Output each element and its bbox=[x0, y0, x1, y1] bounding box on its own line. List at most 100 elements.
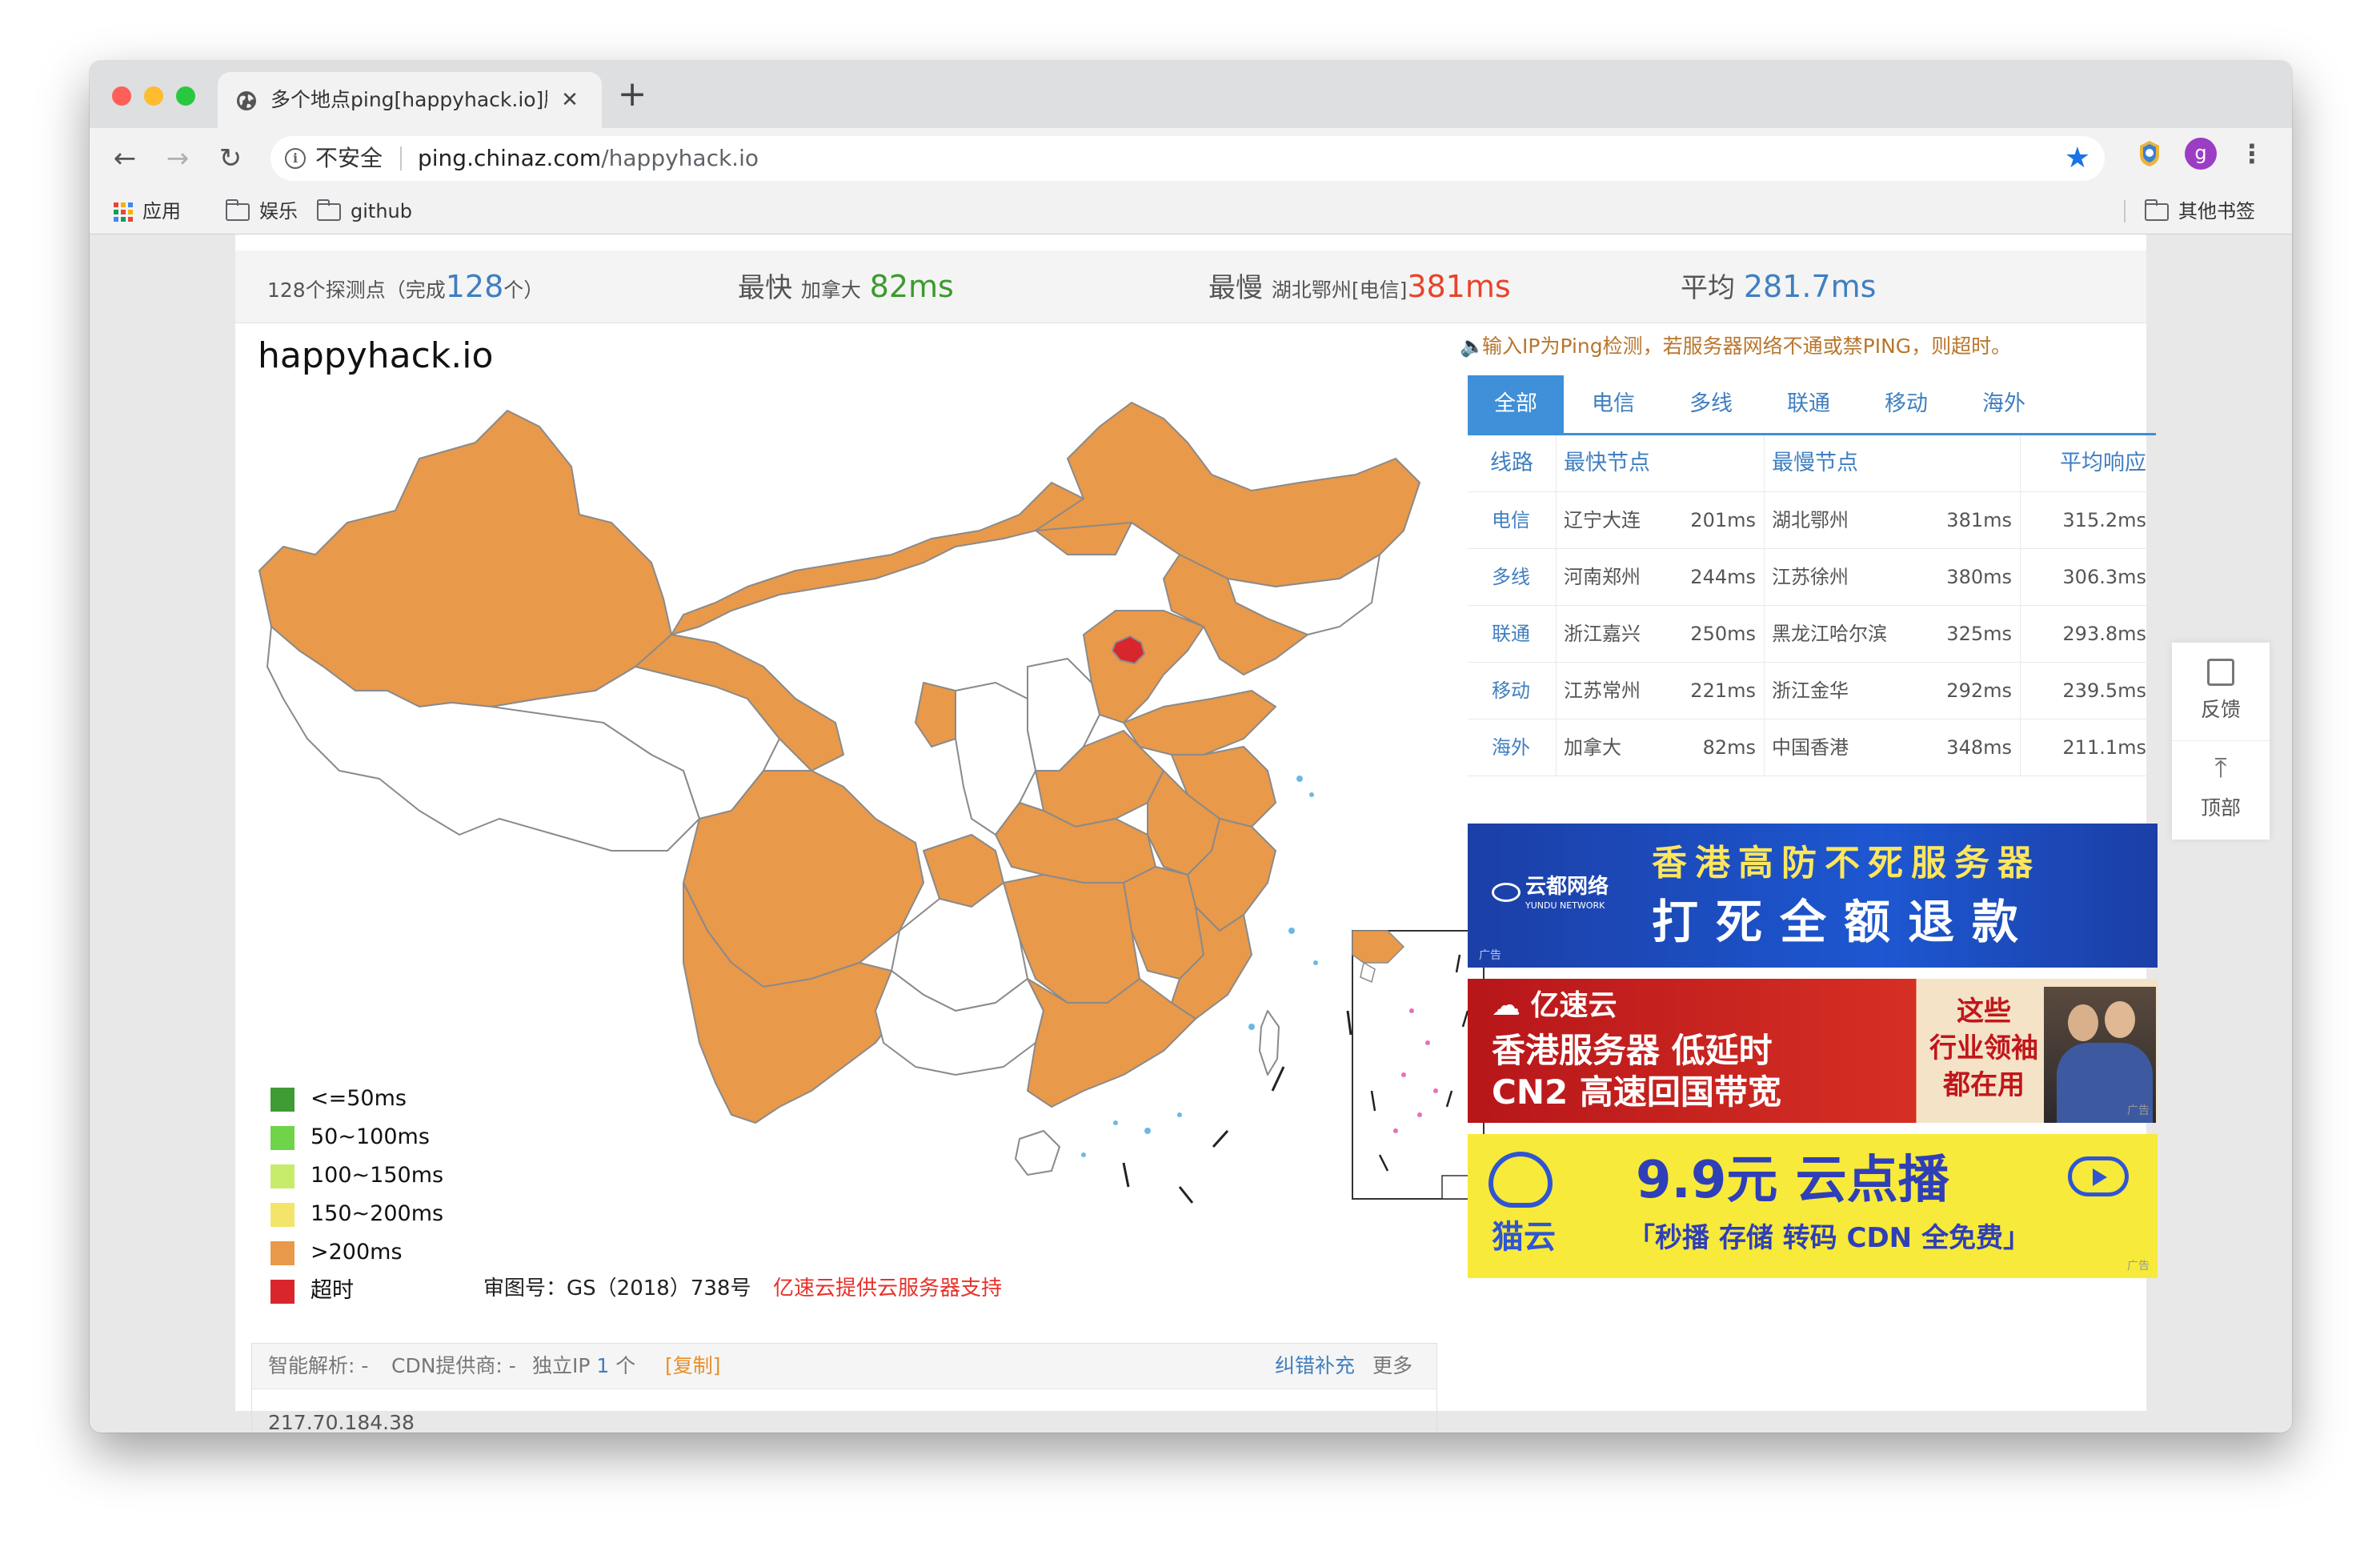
tab-mobile[interactable]: 移动 bbox=[1858, 375, 1954, 433]
bookmark-other[interactable]: 其他书签 bbox=[2145, 197, 2255, 226]
row-line[interactable]: 联通 bbox=[1492, 606, 1530, 662]
maximize-window-button[interactable] bbox=[176, 86, 195, 106]
url-path: /happyhack.io bbox=[601, 145, 759, 171]
new-tab-button[interactable]: + bbox=[615, 77, 650, 112]
back-to-top-button[interactable]: ⤒ 顶部 bbox=[2172, 741, 2270, 839]
column-divider bbox=[1764, 719, 1765, 776]
back-icon[interactable]: ← bbox=[109, 142, 141, 174]
bookmark-other-label: 其他书签 bbox=[2178, 200, 2255, 222]
isp-tabs: 全部 电信 多线 联通 移动 海外 bbox=[1468, 375, 2156, 435]
probe-count-prefix: 128个探测点（完成 bbox=[267, 279, 446, 302]
row-average: 306.3ms bbox=[2062, 566, 2146, 588]
legend-swatch bbox=[270, 1203, 294, 1227]
column-divider bbox=[2020, 606, 2021, 662]
domain-info-box: 智能解析: - CDN提供商: - 独立IP 1 个 [复制] 纠错补充 更多 … bbox=[251, 1343, 1437, 1433]
row-average: 315.2ms bbox=[2062, 509, 2146, 531]
copy-button[interactable]: [复制] bbox=[665, 1344, 721, 1389]
browser-window: 多个地点ping[happyhack.io]服务 ✕ + ← → ↻ i 不安全… bbox=[90, 61, 2292, 1433]
profile-avatar[interactable]: g bbox=[2185, 138, 2217, 170]
ping-notice: 🔈输入IP为Ping检测，若服务器网络不通或禁PING，则超时。 bbox=[1460, 331, 2011, 363]
bookmark-apps[interactable]: 应用 bbox=[114, 197, 181, 226]
tab-title: 多个地点ping[happyhack.io]服务 bbox=[270, 88, 547, 111]
row-slowest-node: 浙江金华 bbox=[1772, 679, 1849, 702]
row-line[interactable]: 海外 bbox=[1492, 719, 1530, 776]
ip-count-prefix: 独立IP bbox=[532, 1354, 591, 1377]
row-fastest-node: 辽宁大连 bbox=[1564, 509, 1641, 531]
bookmark-entertainment[interactable]: 娱乐 bbox=[226, 197, 298, 226]
floating-side-panel: 反馈 ⤒ 顶部 bbox=[2172, 643, 2270, 840]
map-region-xinjiang bbox=[258, 410, 672, 707]
globe-icon bbox=[237, 91, 256, 110]
legend-item: 150~200ms bbox=[270, 1195, 479, 1233]
ad1-subline: 打死全额退款 bbox=[1652, 895, 2037, 949]
tab-strip: 多个地点ping[happyhack.io]服务 ✕ + bbox=[90, 61, 2292, 128]
address-bar[interactable]: i 不安全 ping.chinaz.com/happyhack.io ★ bbox=[270, 136, 2105, 181]
browser-menu-icon[interactable]: ⋮ bbox=[2239, 138, 2265, 170]
tab-all[interactable]: 全部 bbox=[1468, 375, 1564, 433]
slowest-ms: 381ms bbox=[1407, 269, 1511, 304]
browser-toolbar: ← → ↻ i 不安全 ping.chinaz.com/happyhack.io… bbox=[90, 128, 2292, 189]
forward-icon[interactable]: → bbox=[162, 142, 194, 174]
sponsor-link[interactable]: 亿速云提供云服务器支持 bbox=[773, 1275, 1002, 1302]
column-divider bbox=[1556, 435, 1557, 491]
average-ms: 281.7ms bbox=[1743, 269, 1877, 304]
row-line[interactable]: 多线 bbox=[1492, 549, 1530, 605]
tab-unicom[interactable]: 联通 bbox=[1761, 375, 1857, 433]
map-region-inner-mongolia bbox=[671, 482, 1132, 635]
ping-page: 128个探测点（完成128个） 最快 加拿大 82ms 最慢 湖北鄂州[电信]3… bbox=[235, 234, 2158, 1433]
row-average: 293.8ms bbox=[2062, 623, 2146, 645]
probe-count-done: 128 bbox=[445, 269, 504, 304]
correct-link[interactable]: 纠错补充 bbox=[1275, 1344, 1355, 1389]
stats-bar: 128个探测点（完成128个） 最快 加拿大 82ms 最慢 湖北鄂州[电信]3… bbox=[235, 250, 2146, 323]
ad-tag: 广告 bbox=[2127, 1260, 2150, 1272]
yundu-brand-en: YUNDU NETWORK bbox=[1525, 900, 1605, 911]
reload-icon[interactable]: ↻ bbox=[214, 142, 246, 174]
row-slowest-node: 中国香港 bbox=[1772, 736, 1849, 759]
tab-telecom[interactable]: 电信 bbox=[1565, 375, 1661, 433]
bookmark-github-label: github bbox=[351, 200, 412, 222]
folder-icon bbox=[226, 199, 250, 221]
ad2-side-text: 这些 行业领袖 都在用 bbox=[1924, 993, 2044, 1104]
row-average: 239.5ms bbox=[2062, 679, 2146, 702]
info-icon[interactable]: i bbox=[285, 148, 306, 169]
ad3-subline: 「秒播 存储 转码 CDN 全免费」 bbox=[1628, 1222, 2030, 1254]
minimize-window-button[interactable] bbox=[144, 86, 163, 106]
bookmark-github[interactable]: github bbox=[317, 197, 412, 226]
col-slowest-header: 最慢节点 bbox=[1772, 451, 1858, 475]
close-window-button[interactable] bbox=[112, 86, 131, 106]
column-divider bbox=[2020, 719, 2021, 776]
column-divider bbox=[1556, 719, 1557, 776]
tab-overseas[interactable]: 海外 bbox=[1956, 375, 2052, 433]
legend-swatch bbox=[270, 1280, 294, 1304]
column-divider bbox=[2020, 435, 2021, 491]
yisu-logo-icon: ☁ bbox=[1492, 989, 1521, 1022]
tab-multiline[interactable]: 多线 bbox=[1663, 375, 1759, 433]
browser-tab[interactable]: 多个地点ping[happyhack.io]服务 ✕ bbox=[218, 72, 602, 128]
row-fastest-ms: 250ms bbox=[1690, 623, 1756, 645]
legend-item: <=50ms bbox=[270, 1080, 479, 1118]
row-fastest-ms: 221ms bbox=[1690, 679, 1756, 702]
map-panel: happyhack.io <=50ms 50~100ms 100~150ms 1… bbox=[235, 323, 1492, 1433]
slowest-label: 最慢 bbox=[1208, 272, 1263, 304]
table-row: 多线 河南郑州 244ms 江苏徐州 380ms 306.3ms bbox=[1468, 549, 2156, 606]
map-approval-number: 审图号：GS（2018）738号 bbox=[483, 1276, 751, 1301]
legend-swatch bbox=[270, 1088, 294, 1112]
bookmark-star-icon[interactable]: ★ bbox=[2065, 142, 2090, 174]
row-line[interactable]: 电信 bbox=[1492, 492, 1530, 548]
row-fastest-node: 江苏常州 bbox=[1564, 679, 1641, 702]
more-link[interactable]: 更多 bbox=[1372, 1344, 1412, 1389]
ip-count-value: 1 bbox=[596, 1354, 610, 1377]
ad-banner-maoyun[interactable]: 猫云 9.9元 云点播 「秒播 存储 转码 CDN 全免费」 广告 bbox=[1468, 1134, 2158, 1278]
row-slowest-node: 湖北鄂州 bbox=[1772, 509, 1849, 531]
maoyun-brand: 猫云 bbox=[1492, 1219, 1556, 1256]
ad-banner-yundu[interactable]: 云都网络 YUNDU NETWORK 香港高防不死服务器 打死全额退款 广告 bbox=[1468, 824, 2158, 968]
feedback-button[interactable]: 反馈 bbox=[2172, 643, 2270, 741]
speaker-icon: 🔈 bbox=[1460, 335, 1485, 358]
ad-banner-yisu[interactable]: ☁ 亿速云 香港服务器 低延时 CN2 高速回国带宽 这些 行业领袖 都在用 广… bbox=[1468, 979, 2158, 1123]
row-line[interactable]: 移动 bbox=[1492, 663, 1530, 719]
extension-icon[interactable] bbox=[2134, 138, 2166, 170]
url-text[interactable]: ping.chinaz.com/happyhack.io bbox=[418, 144, 759, 173]
cloud-play-icon bbox=[2068, 1156, 2129, 1196]
legend-label: <=50ms bbox=[311, 1086, 407, 1111]
tab-close-icon[interactable]: ✕ bbox=[557, 86, 583, 114]
